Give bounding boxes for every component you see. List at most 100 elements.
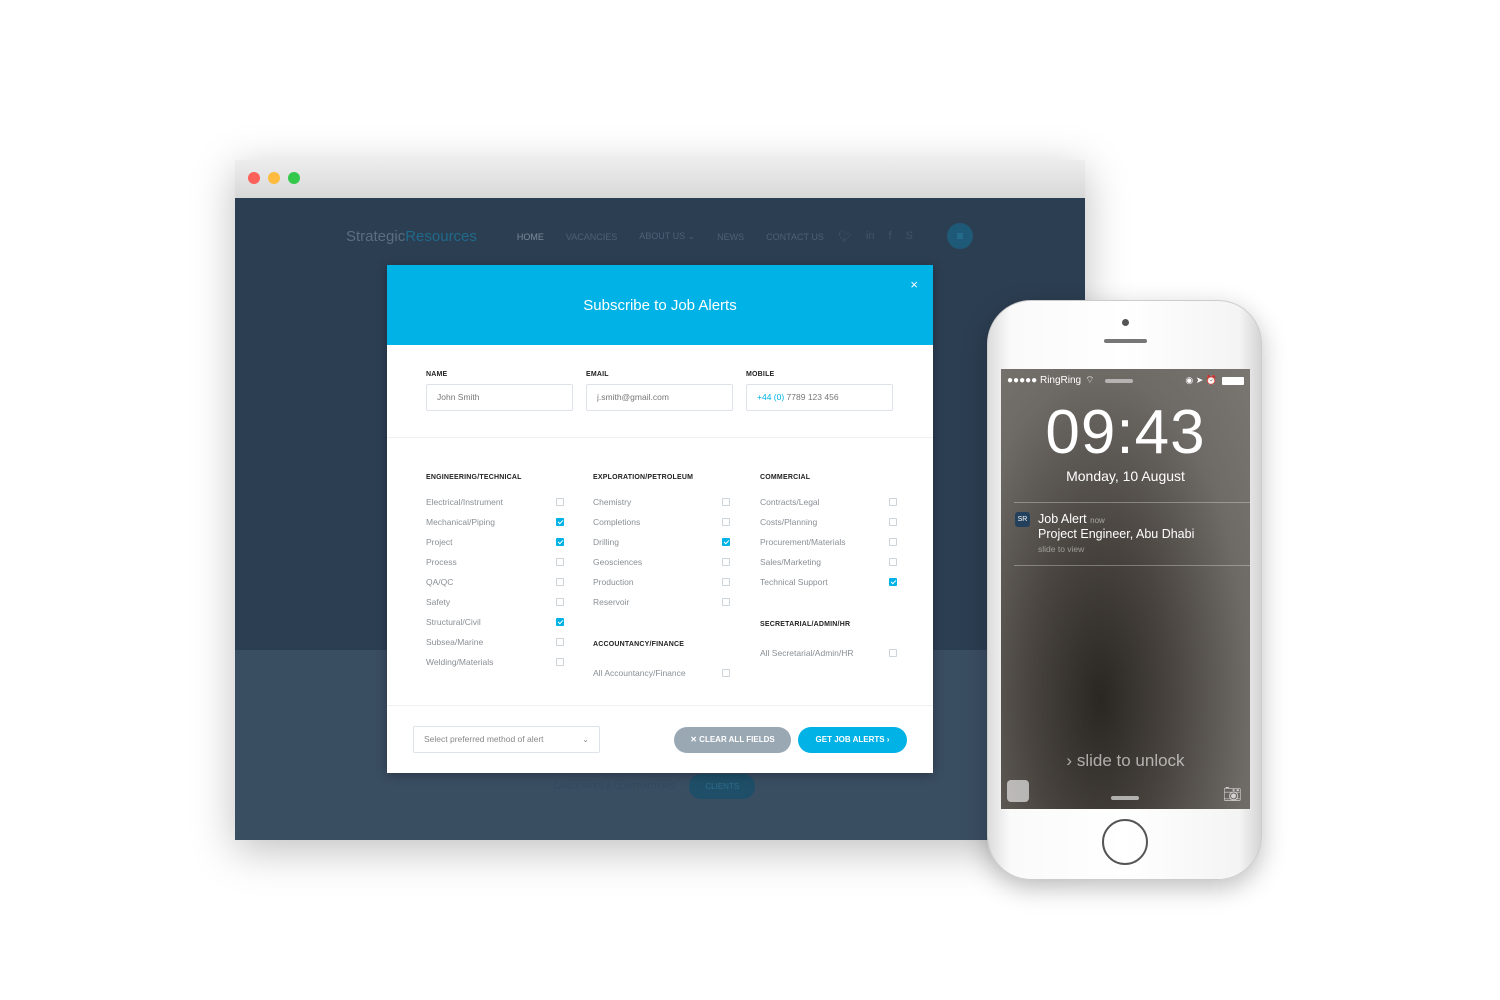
tab-candidates[interactable]: CANDIDATES & CONTRACTORS: [553, 782, 675, 791]
category-checkbox[interactable]: [889, 498, 897, 506]
nav-about[interactable]: ABOUT US ⌄: [639, 231, 695, 242]
category-checkbox[interactable]: [556, 498, 564, 506]
category-option-label: QA/QC: [426, 577, 454, 587]
close-window-button[interactable]: [248, 172, 260, 184]
country-code: +44 (0): [757, 392, 785, 402]
carrier: ●●●●● RingRing: [1007, 375, 1082, 386]
category-heading: EXPLORATION/PETROLEUM: [593, 474, 694, 481]
divider: [387, 705, 933, 706]
nav-news[interactable]: NEWS: [717, 232, 744, 242]
category-option-label: Contracts/Legal: [760, 497, 820, 507]
name-label: NAME: [426, 371, 448, 378]
nav-vacancies[interactable]: VACANCIES: [566, 232, 617, 242]
category-option-label: Safety: [426, 597, 451, 607]
iphone: ●●●●● RingRing ⌔ ◉ ➤ ⏰ 09:43 Monday, 10 …: [987, 300, 1262, 880]
category-checkbox[interactable]: [556, 518, 564, 526]
category-option-label: Drilling: [593, 537, 619, 547]
category-option-label: Sales/Marketing: [760, 557, 821, 567]
notification-time: now: [1090, 516, 1105, 525]
name-input[interactable]: John Smith: [426, 384, 573, 411]
category-option-label: Procurement/Materials: [760, 537, 846, 547]
category-checkbox[interactable]: [722, 498, 730, 506]
get-job-alerts-button[interactable]: GET JOB ALERTS ›: [798, 727, 907, 753]
speaker: [1104, 339, 1147, 343]
alert-method-select[interactable]: Select preferred method of alert ⌄: [413, 726, 600, 753]
chevron-right-icon: ›: [1066, 751, 1073, 770]
menu-button[interactable]: ≡: [947, 223, 973, 249]
category-heading: COMMERCIAL: [760, 474, 811, 481]
category-option-label: Mechanical/Piping: [426, 517, 495, 527]
modal-title: Subscribe to Job Alerts: [583, 297, 737, 314]
control-center-icon[interactable]: [1007, 780, 1029, 802]
close-icon[interactable]: ×: [910, 265, 918, 305]
category-checkbox[interactable]: [722, 538, 730, 546]
modal-header: Subscribe to Job Alerts ×: [387, 265, 933, 345]
facebook-icon[interactable]: f: [889, 230, 892, 243]
battery-icon: [1222, 376, 1244, 385]
twitter-icon[interactable]: 🐦︎: [838, 230, 852, 243]
email-input[interactable]: j.smith@gmail.com: [586, 384, 733, 411]
unlock-label: slide to unlock: [1076, 751, 1185, 770]
category-option-label: Completions: [593, 517, 641, 527]
minimize-window-button[interactable]: [268, 172, 280, 184]
site-logo[interactable]: StrategicResources: [346, 228, 477, 245]
logo-text: Strategic: [346, 228, 406, 245]
nav-home[interactable]: HOME: [517, 232, 544, 242]
skype-icon[interactable]: S: [906, 230, 913, 243]
date: Monday, 10 August: [1066, 468, 1185, 484]
status-pill: [1104, 378, 1133, 383]
category-checkbox[interactable]: [556, 558, 564, 566]
home-button[interactable]: [1102, 819, 1148, 865]
category-checkbox[interactable]: [722, 578, 730, 586]
category-checkbox[interactable]: [722, 518, 730, 526]
category-option-label: All Accountancy/Finance: [593, 668, 686, 678]
category-checkbox[interactable]: [722, 669, 730, 677]
status-icons: ◉ ➤ ⏰: [1185, 375, 1217, 385]
bottom-tabs: CANDIDATES & CONTRACTORS CLIENTS: [553, 774, 756, 799]
category-checkbox[interactable]: [889, 578, 897, 586]
category-checkbox[interactable]: [889, 558, 897, 566]
category-heading: ACCOUNTANCY/FINANCE: [593, 641, 685, 648]
email-label: EMAIL: [586, 371, 609, 378]
category-option-label: Chemistry: [593, 497, 632, 507]
category-option-label: Reservoir: [593, 597, 630, 607]
category-option-label: Structural/Civil: [426, 617, 481, 627]
category-checkbox[interactable]: [556, 578, 564, 586]
mobile-label: MOBILE: [746, 371, 775, 378]
category-checkbox[interactable]: [722, 558, 730, 566]
social-links: 🐦︎ in f S: [838, 230, 913, 243]
camera-icon[interactable]: 📷︎: [1223, 785, 1242, 803]
slide-to-unlock[interactable]: › slide to unlock: [1001, 751, 1250, 771]
category-checkbox[interactable]: [556, 658, 564, 666]
category-checkbox[interactable]: [556, 618, 564, 626]
category-option-label: Costs/Planning: [760, 517, 818, 527]
category-option-label: Technical Support: [760, 577, 828, 587]
category-checkbox[interactable]: [556, 638, 564, 646]
category-checkbox[interactable]: [556, 538, 564, 546]
wifi-icon: ⌔: [1085, 375, 1095, 386]
job-alerts-modal: Subscribe to Job Alerts × NAME John Smit…: [387, 265, 933, 773]
mobile-input[interactable]: +44 (0) 7789 123 456: [746, 384, 893, 411]
category-option-label: Process: [426, 557, 457, 567]
mobile-number: 7789 123 456: [786, 392, 839, 402]
category-checkbox[interactable]: [556, 598, 564, 606]
category-checkbox[interactable]: [722, 598, 730, 606]
category-option-label: Project: [426, 537, 453, 547]
tab-clients[interactable]: CLIENTS: [689, 774, 756, 799]
linkedin-icon[interactable]: in: [866, 230, 875, 243]
category-checkbox[interactable]: [889, 649, 897, 657]
category-checkbox[interactable]: [889, 538, 897, 546]
notification-body: Project Engineer, Abu Dhabi: [1038, 527, 1195, 541]
divider: [1014, 565, 1250, 566]
notification[interactable]: Job Alert now Project Engineer, Abu Dhab…: [1038, 512, 1245, 554]
nav-contact[interactable]: CONTACT US: [766, 232, 824, 242]
front-camera: [1122, 319, 1129, 326]
category-option-label: Production: [593, 577, 634, 587]
maximize-window-button[interactable]: [288, 172, 300, 184]
grabber[interactable]: [1111, 796, 1139, 800]
category-option-label: All Secretarial/Admin/HR: [760, 648, 854, 658]
divider: [387, 437, 933, 438]
category-checkbox[interactable]: [889, 518, 897, 526]
clock: 09:43: [1045, 398, 1206, 467]
clear-all-fields-button[interactable]: ✕ CLEAR ALL FIELDS: [674, 727, 791, 753]
